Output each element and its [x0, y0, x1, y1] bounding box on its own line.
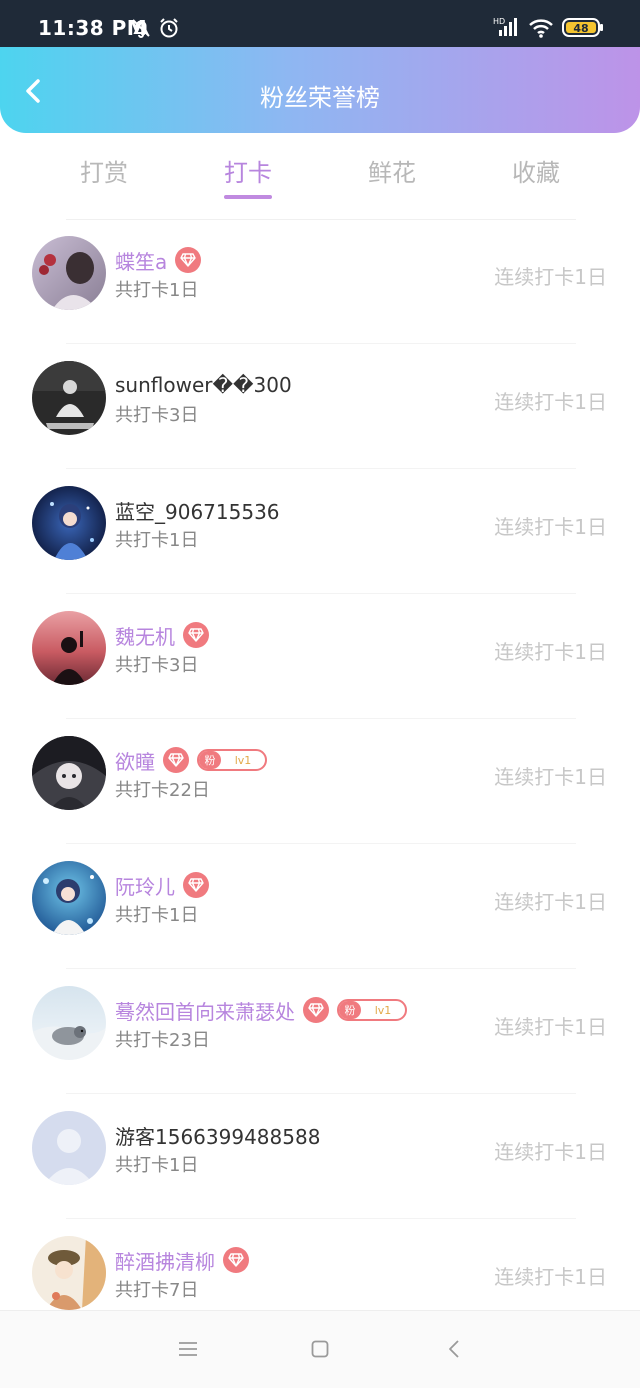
wifi-icon — [528, 17, 554, 43]
list-item[interactable]: 欲瞳 粉 lv1 共打卡22日 连续打卡1日 — [0, 719, 640, 844]
tab-flowers[interactable]: 鲜花 — [342, 153, 442, 188]
name-line: 游客1566399488588 — [115, 1121, 320, 1149]
name-line: 蝶笙a — [115, 246, 202, 275]
avatar[interactable] — [32, 1236, 106, 1310]
fan-name[interactable]: sunflower��300 — [115, 373, 292, 397]
fan-name[interactable]: 醉酒拂清柳 — [115, 1246, 215, 1275]
square-icon — [311, 1340, 329, 1358]
streak-days: 连续打卡1日 — [494, 390, 607, 414]
battery-icon: 48 — [562, 18, 604, 42]
notifications-muted-icon — [130, 17, 152, 43]
menu-icon — [179, 1342, 197, 1356]
fan-name[interactable]: 欲瞳 — [115, 746, 155, 775]
fan-name[interactable]: 魏无机 — [115, 621, 175, 650]
home-button[interactable] — [311, 1340, 329, 1362]
list-item[interactable]: 魏无机 共打卡3日 连续打卡1日 — [0, 594, 640, 719]
streak-days: 连续打卡1日 — [494, 640, 607, 664]
diamond-icon — [183, 872, 209, 898]
tab-favorites[interactable]: 收藏 — [486, 153, 586, 188]
signal-icon: HD — [493, 16, 521, 42]
avatar[interactable] — [32, 736, 106, 810]
total-checkins: 共打卡7日 — [115, 1280, 199, 1301]
system-nav-bar — [0, 1310, 640, 1388]
total-checkins: 共打卡1日 — [115, 530, 199, 551]
fan-name[interactable]: 蓦然回首向来萧瑟处 — [115, 996, 295, 1025]
active-tab-indicator — [224, 195, 272, 199]
total-checkins: 共打卡23日 — [115, 1030, 210, 1051]
total-checkins: 共打卡3日 — [115, 655, 199, 676]
fan-badge-label: 粉 — [339, 1001, 361, 1019]
diamond-icon — [183, 622, 209, 648]
avatar[interactable] — [32, 236, 106, 310]
list-item[interactable]: 游客1566399488588 共打卡1日 连续打卡1日 — [0, 1094, 640, 1219]
total-checkins: 共打卡3日 — [115, 405, 199, 426]
fan-name[interactable]: 蝶笙a — [115, 246, 167, 275]
menu-button[interactable] — [178, 1341, 198, 1361]
tab-checkin[interactable]: 打卡 — [198, 153, 298, 188]
list-item[interactable]: 蝶笙a 共打卡1日 连续打卡1日 — [0, 219, 640, 344]
tab-tips[interactable]: 打赏 — [54, 153, 154, 188]
list-item[interactable]: 阮玲儿 共打卡1日 连续打卡1日 — [0, 844, 640, 969]
diamond-icon — [163, 747, 189, 773]
avatar[interactable] — [32, 986, 106, 1060]
streak-days: 连续打卡1日 — [494, 890, 607, 914]
fan-level: lv1 — [374, 1003, 392, 1017]
chevron-left-icon — [449, 1340, 459, 1358]
total-checkins: 共打卡1日 — [115, 1155, 199, 1176]
streak-days: 连续打卡1日 — [494, 1140, 607, 1164]
name-line: 蓝空_906715536 — [115, 496, 280, 524]
header: 粉丝荣誉榜 — [0, 47, 640, 133]
diamond-icon — [223, 1247, 249, 1273]
name-line: 阮玲儿 — [115, 871, 209, 899]
total-checkins: 共打卡22日 — [115, 780, 210, 801]
status-bar: 11:38 PM HD 48 — [0, 0, 640, 47]
fan-name[interactable]: 游客1566399488588 — [115, 1121, 320, 1150]
fan-name[interactable]: 阮玲儿 — [115, 871, 175, 900]
list-item[interactable]: 蓦然回首向来萧瑟处 粉 lv1 共打卡23日 连续打卡1日 — [0, 969, 640, 1094]
name-line: 欲瞳 粉 lv1 — [115, 746, 267, 774]
name-line: sunflower��300 — [115, 371, 292, 399]
fan-level-badge: 粉 lv1 — [197, 749, 267, 771]
avatar[interactable] — [32, 1111, 106, 1185]
fan-level-badge: 粉 lv1 — [337, 999, 407, 1021]
name-line: 魏无机 — [115, 621, 209, 649]
streak-days: 连续打卡1日 — [494, 765, 607, 789]
fan-level: lv1 — [234, 753, 252, 767]
system-back-button[interactable] — [446, 1339, 462, 1363]
streak-days: 连续打卡1日 — [494, 1265, 607, 1289]
avatar[interactable] — [32, 486, 106, 560]
alarm-icon — [158, 17, 180, 43]
streak-days: 连续打卡1日 — [494, 515, 607, 539]
total-checkins: 共打卡1日 — [115, 905, 199, 926]
avatar[interactable] — [32, 861, 106, 935]
name-line: 醉酒拂清柳 — [115, 1246, 249, 1274]
avatar[interactable] — [32, 361, 106, 435]
fan-name[interactable]: 蓝空_906715536 — [115, 496, 280, 525]
streak-days: 连续打卡1日 — [494, 1015, 607, 1039]
fan-badge-label: 粉 — [199, 751, 221, 769]
name-line: 蓦然回首向来萧瑟处 粉 lv1 — [115, 996, 407, 1024]
diamond-icon — [303, 997, 329, 1023]
diamond-icon — [175, 247, 202, 273]
list-item[interactable]: 蓝空_906715536 共打卡1日 连续打卡1日 — [0, 469, 640, 594]
list-item[interactable]: sunflower��300 共打卡3日 连续打卡1日 — [0, 344, 640, 469]
total-checkins: 共打卡1日 — [115, 280, 199, 301]
page-title: 粉丝荣誉榜 — [260, 84, 380, 112]
battery-level: 48 — [573, 22, 588, 35]
streak-days: 连续打卡1日 — [494, 265, 607, 289]
tab-bar: 打赏 打卡 鲜花 收藏 — [0, 133, 640, 220]
avatar[interactable] — [32, 611, 106, 685]
hd-label: HD — [493, 17, 505, 26]
